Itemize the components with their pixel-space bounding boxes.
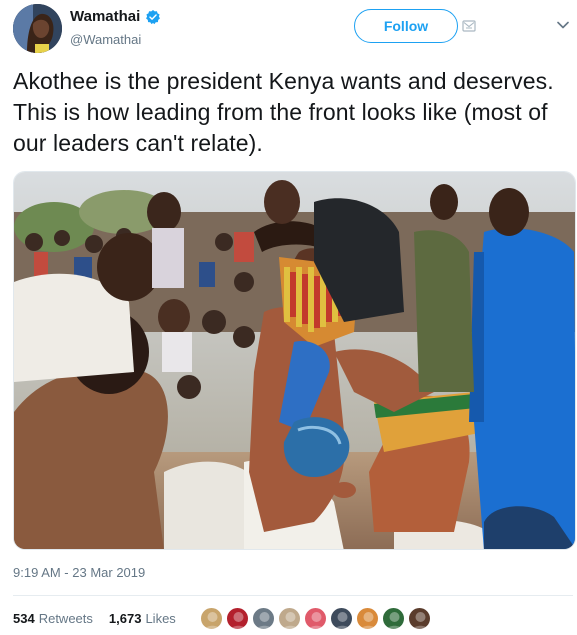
tweet-photo[interactable] (13, 171, 576, 550)
avatar[interactable] (13, 4, 62, 53)
message-icon[interactable] (462, 19, 476, 33)
chevron-down-icon[interactable] (557, 20, 569, 30)
divider (13, 595, 573, 596)
liker-avatar[interactable] (226, 607, 249, 630)
user-handle[interactable]: @Wamathai (70, 32, 141, 47)
tweet-timestamp[interactable]: 9:19 AM - 23 Mar 2019 (13, 565, 145, 580)
likes-label[interactable]: Likes (145, 611, 175, 626)
retweets-label[interactable]: Retweets (39, 611, 93, 626)
liker-avatar[interactable] (200, 607, 223, 630)
liker-avatar[interactable] (382, 607, 405, 630)
liker-avatar[interactable] (356, 607, 379, 630)
likes-count[interactable]: 1,673 (109, 611, 142, 626)
retweets-count[interactable]: 534 (13, 611, 35, 626)
liker-avatar[interactable] (330, 607, 353, 630)
verified-badge-icon (146, 9, 161, 24)
tweet-card: Wamathai @Wamathai Follow Akothee is the… (0, 0, 577, 635)
liker-avatar[interactable] (278, 607, 301, 630)
author-name-row[interactable]: Wamathai (70, 8, 161, 25)
follow-button[interactable]: Follow (354, 9, 458, 43)
liker-avatar[interactable] (408, 607, 431, 630)
liker-avatar[interactable] (304, 607, 327, 630)
liker-avatar[interactable] (252, 607, 275, 630)
display-name[interactable]: Wamathai (70, 8, 140, 25)
tweet-text: Akothee is the president Kenya wants and… (13, 68, 554, 156)
tweet-stats: 534 Retweets 1,673 Likes (13, 611, 176, 626)
liker-avatars (200, 607, 431, 630)
